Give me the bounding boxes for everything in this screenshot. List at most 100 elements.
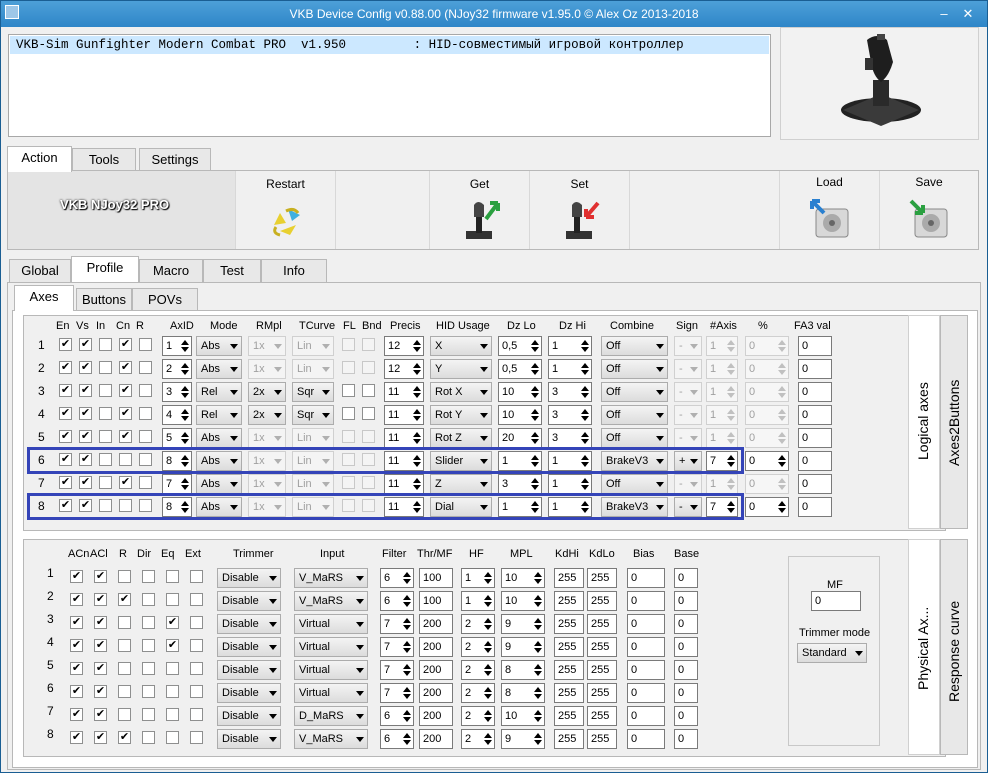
physical-row-1-base-field[interactable]: 0 [674, 568, 698, 588]
logical-row-3-dzhi[interactable]: 3 [548, 382, 592, 402]
spin-down-icon[interactable] [778, 416, 786, 421]
logical-row-7-vs-checkbox[interactable]: ✔ [79, 476, 92, 489]
physical-row-2-kdhi-field[interactable]: 255 [554, 591, 584, 611]
spin-down-icon[interactable] [181, 393, 189, 398]
logical-row-2-vs-checkbox[interactable]: ✔ [79, 361, 92, 374]
trimmer-mode-select[interactable]: Standard [797, 643, 867, 663]
logical-row-3-axid[interactable]: 3 [162, 382, 192, 402]
physical-row-5-thrmf-field[interactable]: 200 [419, 660, 453, 680]
logical-row-1-hid-usage[interactable]: X [430, 336, 492, 356]
logical-row-7-axid[interactable]: 7 [162, 474, 192, 494]
spin-down-icon[interactable] [484, 625, 492, 630]
physical-row-7-ext-checkbox[interactable] [190, 708, 203, 721]
spin-down-icon[interactable] [581, 370, 589, 375]
physical-row-1-hf[interactable]: 1 [461, 568, 495, 588]
spin-up-icon[interactable] [403, 572, 411, 577]
physical-row-4-bias-field[interactable]: 0 [627, 637, 665, 657]
tab-povs[interactable]: POVs [132, 288, 198, 312]
logical-row-7-en-checkbox[interactable]: ✔ [59, 476, 72, 489]
set-button[interactable]: Set [530, 171, 630, 249]
get-button[interactable]: Get [430, 171, 530, 249]
physical-row-5-dir-checkbox[interactable] [142, 662, 155, 675]
physical-row-3-hf[interactable]: 2 [461, 614, 495, 634]
logical-row-4-axid[interactable]: 4 [162, 405, 192, 425]
logical-row-4-combine[interactable]: Off [601, 405, 668, 425]
logical-row-2-combine[interactable]: Off [601, 359, 668, 379]
physical-row-5-bias-field[interactable]: 0 [627, 660, 665, 680]
spin-down-icon[interactable] [534, 579, 542, 584]
spin-up-icon[interactable] [581, 363, 589, 368]
physical-row-7-acl-checkbox[interactable]: ✔ [94, 708, 107, 721]
spin-up-icon[interactable] [534, 618, 542, 623]
physical-row-5-input[interactable]: Virtual [294, 660, 368, 680]
spin-up-icon[interactable] [534, 664, 542, 669]
spin-up-icon[interactable] [403, 710, 411, 715]
spin-down-icon[interactable] [727, 416, 735, 421]
logical-row-4-fl-checkbox[interactable] [342, 407, 355, 420]
spin-down-icon[interactable] [778, 393, 786, 398]
logical-row-4-en-checkbox[interactable]: ✔ [59, 407, 72, 420]
physical-row-6-mpl[interactable]: 8 [501, 683, 545, 703]
logical-row-1-fa3-field[interactable]: 0 [798, 336, 832, 356]
physical-row-1-acl-checkbox[interactable]: ✔ [94, 570, 107, 583]
logical-row-7-combine[interactable]: Off [601, 474, 668, 494]
spin-down-icon[interactable] [403, 648, 411, 653]
spin-up-icon[interactable] [403, 618, 411, 623]
physical-row-4-filter[interactable]: 7 [380, 637, 414, 657]
side-tab-physical-axes[interactable]: Physical Ax... [908, 539, 940, 755]
physical-row-4-dir-checkbox[interactable] [142, 639, 155, 652]
logical-row-7-precis[interactable]: 11 [384, 474, 424, 494]
logical-row-3-fa3-field[interactable]: 0 [798, 382, 832, 402]
side-tab-response-curve[interactable]: Response curve [940, 539, 968, 755]
spin-up-icon[interactable] [581, 478, 589, 483]
physical-row-7-acn-checkbox[interactable]: ✔ [70, 708, 83, 721]
spin-down-icon[interactable] [727, 439, 735, 444]
logical-row-2-axid[interactable]: 2 [162, 359, 192, 379]
physical-row-2-input[interactable]: V_MaRS [294, 591, 368, 611]
logical-row-5-dzlo[interactable]: 20 [498, 428, 542, 448]
restart-button[interactable]: Restart [236, 171, 336, 249]
physical-row-3-r-checkbox[interactable] [118, 616, 131, 629]
physical-row-5-trimmer[interactable]: Disable [217, 660, 281, 680]
spin-up-icon[interactable] [531, 409, 539, 414]
physical-row-8-hf[interactable]: 2 [461, 729, 495, 749]
spin-up-icon[interactable] [581, 409, 589, 414]
spin-up-icon[interactable] [778, 409, 786, 414]
physical-row-6-acn-checkbox[interactable]: ✔ [70, 685, 83, 698]
logical-row-7-dzlo[interactable]: 3 [498, 474, 542, 494]
logical-row-1-en-checkbox[interactable]: ✔ [59, 338, 72, 351]
logical-row-5-en-checkbox[interactable]: ✔ [59, 430, 72, 443]
spin-up-icon[interactable] [778, 501, 786, 506]
spin-up-icon[interactable] [413, 478, 421, 483]
spin-up-icon[interactable] [531, 478, 539, 483]
logical-row-8-fa3-field[interactable]: 0 [798, 497, 832, 517]
physical-row-4-kdlo-field[interactable]: 255 [587, 637, 617, 657]
physical-row-8-thrmf-field[interactable]: 200 [419, 729, 453, 749]
logical-row-5-axid[interactable]: 5 [162, 428, 192, 448]
spin-up-icon[interactable] [531, 432, 539, 437]
physical-row-2-r-checkbox[interactable]: ✔ [118, 593, 131, 606]
side-tab-logical-axes[interactable]: Logical axes [908, 315, 940, 529]
physical-row-3-eq-checkbox[interactable]: ✔ [166, 616, 179, 629]
spin-up-icon[interactable] [778, 478, 786, 483]
spin-up-icon[interactable] [727, 386, 735, 391]
logical-row-4-dzhi[interactable]: 3 [548, 405, 592, 425]
physical-row-6-bias-field[interactable]: 0 [627, 683, 665, 703]
spin-down-icon[interactable] [531, 485, 539, 490]
physical-row-5-acn-checkbox[interactable]: ✔ [70, 662, 83, 675]
logical-row-6-fa3-field[interactable]: 0 [798, 451, 832, 471]
physical-row-3-input[interactable]: Virtual [294, 614, 368, 634]
physical-row-6-kdlo-field[interactable]: 255 [587, 683, 617, 703]
physical-row-2-thrmf-field[interactable]: 100 [419, 591, 453, 611]
spin-up-icon[interactable] [727, 409, 735, 414]
spin-down-icon[interactable] [778, 508, 786, 513]
physical-row-7-r-checkbox[interactable] [118, 708, 131, 721]
logical-row-6-pct[interactable]: 0 [745, 451, 789, 471]
physical-row-8-filter[interactable]: 6 [380, 729, 414, 749]
logical-row-7-dzhi[interactable]: 1 [548, 474, 592, 494]
close-icon[interactable]: ✕ [959, 6, 977, 22]
physical-row-5-base-field[interactable]: 0 [674, 660, 698, 680]
physical-row-7-thrmf-field[interactable]: 200 [419, 706, 453, 726]
logical-row-2-in-checkbox[interactable] [99, 361, 112, 374]
spin-up-icon[interactable] [403, 641, 411, 646]
